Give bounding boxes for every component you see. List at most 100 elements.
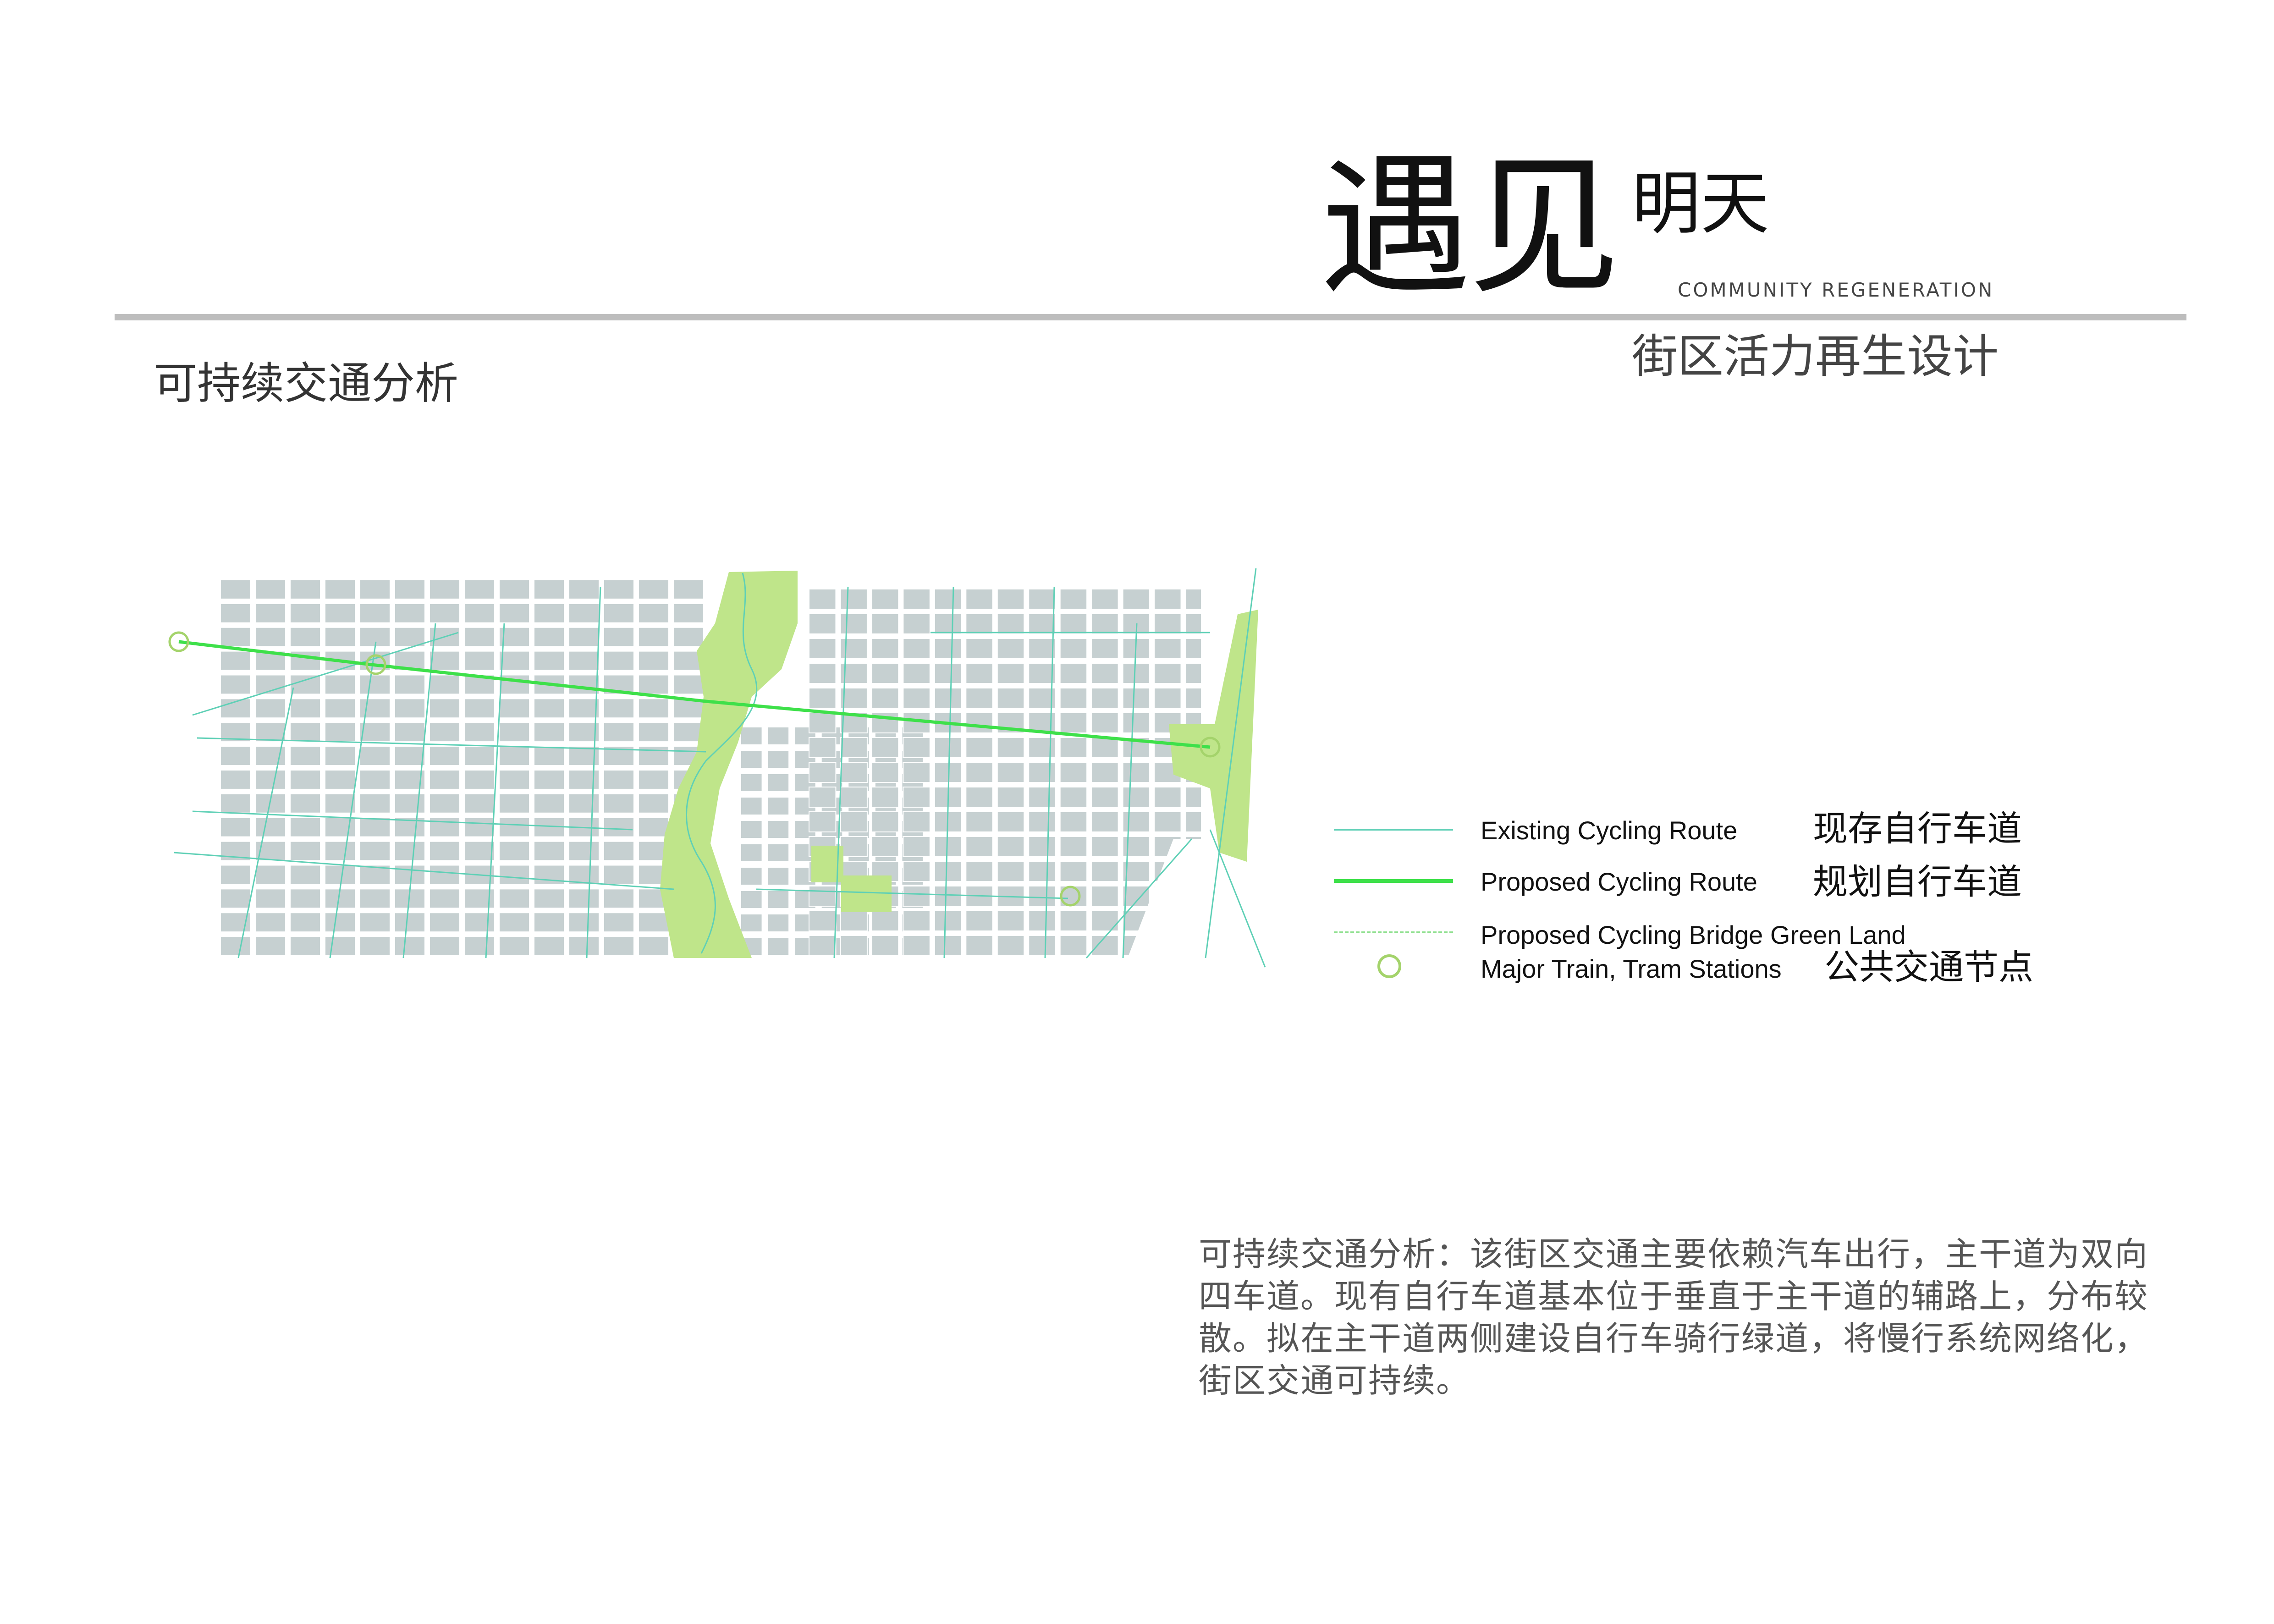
city-block [740, 890, 763, 909]
map-mask [174, 564, 215, 967]
city-block [1028, 910, 1056, 931]
city-block [359, 841, 391, 861]
city-block [1091, 663, 1119, 684]
city-block [325, 698, 356, 719]
city-block [464, 841, 495, 861]
city-block [290, 579, 321, 600]
city-block [809, 663, 837, 684]
city-block [1154, 663, 1182, 684]
city-block [934, 589, 962, 610]
city-block [1091, 935, 1119, 956]
city-block [809, 910, 837, 931]
city-block [809, 712, 837, 733]
city-block [394, 603, 425, 623]
city-block [220, 746, 251, 766]
city-block [255, 770, 286, 790]
city-block [359, 770, 391, 790]
map-mask [174, 958, 1238, 990]
city-block [220, 770, 251, 790]
city-block [255, 888, 286, 909]
city-block [1059, 762, 1088, 783]
city-block [767, 727, 790, 745]
city-block [568, 603, 600, 623]
city-block [534, 841, 565, 861]
city-block [903, 836, 931, 857]
city-block [290, 936, 321, 956]
city-block [934, 861, 962, 882]
city-block [255, 698, 286, 719]
city-block [871, 787, 899, 808]
city-block [290, 603, 321, 623]
city-block [603, 841, 634, 861]
city-block [359, 888, 391, 909]
city-block [965, 935, 993, 956]
city-block [1028, 811, 1056, 832]
city-block [997, 663, 1025, 684]
city-block [464, 817, 495, 837]
city-block [534, 888, 565, 909]
city-block [903, 613, 931, 634]
city-block [840, 910, 868, 931]
city-block [325, 793, 356, 814]
city-block [997, 737, 1025, 758]
city-block [1154, 688, 1182, 709]
city-block [499, 864, 530, 885]
city-block [1028, 886, 1056, 907]
city-block [1122, 663, 1151, 684]
station-ring-icon [1377, 954, 1401, 978]
city-block [965, 638, 993, 659]
city-block [871, 688, 899, 709]
city-block [997, 787, 1025, 808]
city-block [325, 912, 356, 933]
city-block [1091, 712, 1119, 733]
city-block [534, 770, 565, 790]
city-block [1122, 589, 1151, 610]
city-block [359, 912, 391, 933]
city-block [934, 886, 962, 907]
city-block [809, 737, 837, 758]
city-block [603, 888, 634, 909]
city-block [290, 674, 321, 695]
city-block [499, 888, 530, 909]
city-block [809, 787, 837, 808]
city-block [934, 737, 962, 758]
city-block [638, 793, 669, 814]
city-block [934, 688, 962, 709]
city-block [1091, 787, 1119, 808]
city-block [429, 888, 460, 909]
city-block [464, 912, 495, 933]
city-block [997, 688, 1025, 709]
city-block [220, 650, 251, 671]
city-block [499, 579, 530, 600]
brand-title-large: 遇见 [1320, 139, 1620, 315]
city-block [740, 773, 763, 792]
city-block [220, 936, 251, 956]
city-block [965, 589, 993, 610]
city-block [534, 912, 565, 933]
city-block [290, 841, 321, 861]
city-block [1059, 688, 1088, 709]
legend-label-en: Existing Cycling Route [1481, 816, 1738, 845]
city-block [603, 650, 634, 671]
city-block [325, 627, 356, 647]
city-block [903, 688, 931, 709]
city-block [965, 737, 993, 758]
city-block [290, 793, 321, 814]
city-block [394, 793, 425, 814]
city-block [1028, 613, 1056, 634]
city-block [638, 746, 669, 766]
city-block [871, 613, 899, 634]
city-block [934, 663, 962, 684]
city-block [840, 737, 868, 758]
city-block [603, 770, 634, 790]
city-block [1059, 737, 1088, 758]
city-block [638, 603, 669, 623]
city-block [429, 722, 460, 743]
city-block [464, 936, 495, 956]
city-block [325, 864, 356, 885]
city-block [809, 886, 837, 907]
city-block [638, 936, 669, 956]
city-block [1028, 638, 1056, 659]
city-block [220, 888, 251, 909]
city-block [638, 817, 669, 837]
